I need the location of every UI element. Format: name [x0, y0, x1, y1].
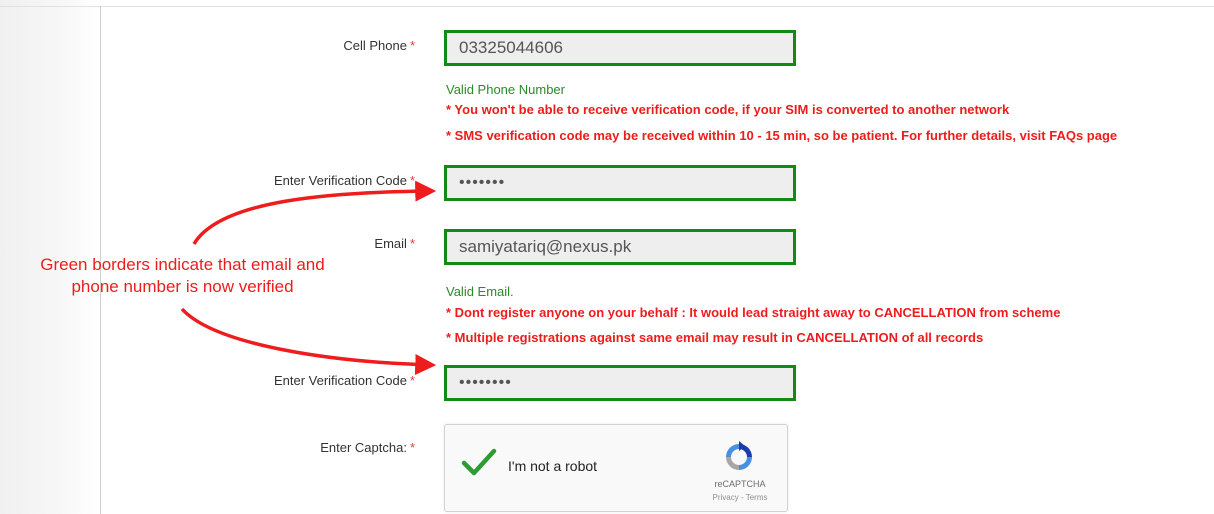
phone-valid-message: Valid Phone Number — [446, 82, 565, 97]
verification-annotation: Green borders indicate that email and ph… — [0, 254, 365, 298]
annotation-line-1: Green borders indicate that email and — [40, 255, 325, 274]
email-verification-code-input[interactable] — [444, 365, 796, 401]
email-warning-multiple: * Multiple registrations against same em… — [446, 330, 984, 345]
arrow-to-email-code — [180, 307, 437, 375]
cell-phone-label-text: Cell Phone — [343, 38, 407, 53]
required-mark: * — [409, 373, 415, 388]
captcha-label: Enter Captcha: * — [100, 440, 415, 455]
cell-phone-label: Cell Phone * — [100, 38, 415, 53]
email-input[interactable] — [444, 229, 796, 265]
cell-phone-input[interactable] — [444, 30, 796, 66]
phone-warning-sim: * You won't be able to receive verificat… — [446, 102, 1010, 117]
email-label-text: Email — [374, 236, 407, 251]
captcha-label-text: Enter Captcha: — [320, 440, 407, 455]
email-valid-message: Valid Email. — [446, 284, 514, 299]
required-mark: * — [409, 236, 415, 251]
phone-verification-code-input[interactable] — [444, 165, 796, 201]
privacy-terms-links[interactable]: Privacy - Terms — [700, 493, 780, 502]
annotation-line-2: phone number is now verified — [71, 277, 294, 296]
recaptcha-logo-icon — [726, 441, 752, 470]
recaptcha-widget: I'm not a robot reCAPTCHA Privacy - Term… — [444, 424, 788, 512]
phone-code-label-text: Enter Verification Code — [273, 173, 407, 188]
checkmark-icon[interactable] — [461, 447, 497, 477]
not-a-robot-label[interactable]: I'm not a robot — [508, 458, 597, 474]
email-label: Email * — [100, 236, 415, 251]
email-code-label: Enter Verification Code * — [100, 373, 415, 388]
required-mark: * — [409, 173, 415, 188]
required-mark: * — [409, 440, 415, 455]
top-divider — [0, 6, 1214, 7]
recaptcha-brand: reCAPTCHA — [714, 479, 766, 489]
phone-warning-sms: * SMS verification code may be received … — [446, 128, 1118, 143]
email-warning-behalf: * Dont register anyone on your behalf : … — [446, 305, 1061, 320]
email-code-label-text: Enter Verification Code — [273, 373, 407, 388]
required-mark: * — [409, 38, 415, 53]
phone-code-label: Enter Verification Code * — [100, 173, 415, 188]
